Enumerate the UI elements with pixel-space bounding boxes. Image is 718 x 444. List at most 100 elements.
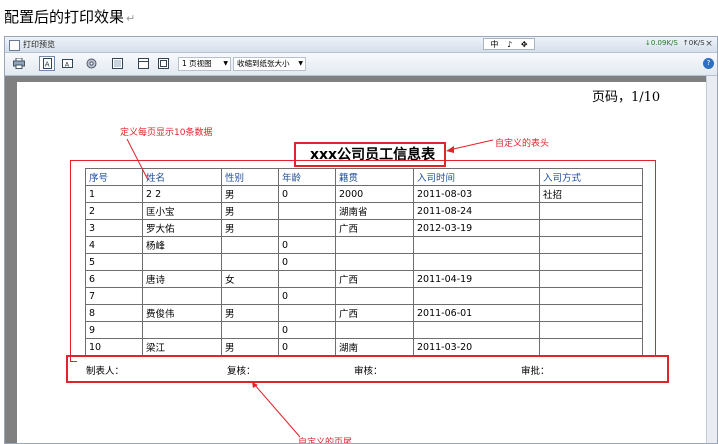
table-cell <box>221 287 279 305</box>
table-cell: 湖南 <box>335 338 414 356</box>
table-cell: 0 <box>278 236 336 254</box>
chevron-down-icon: ▼ <box>298 60 303 67</box>
page-caption: 配置后的打印效果 ↵ <box>4 8 136 26</box>
table-cell: 2011-03-20 <box>413 338 540 356</box>
toggle-header-footer-button[interactable] <box>109 56 125 71</box>
moon-icon[interactable]: ♪ <box>507 40 512 49</box>
table-body: 12 2 男 0 2000 2011-08-03 社招 2 匡小宝男湖南省 2011-08-24… <box>85 185 643 356</box>
custom-footer-annotation: 自定义的页尾 <box>298 438 353 444</box>
move-icon[interactable]: ✥ <box>521 40 528 49</box>
table-cell: 2011-08-03 <box>413 185 540 203</box>
table-cell: 0 <box>278 338 336 356</box>
view-select[interactable]: 1 页视图 ▼ <box>178 57 231 71</box>
portrait-button[interactable]: A <box>39 56 55 71</box>
full-width-button[interactable] <box>135 56 151 71</box>
table-cell: 女 <box>221 270 279 288</box>
table-row: 10 梁江男 0 湖南 2011-03-20 <box>85 338 643 356</box>
zoom-select[interactable]: 收缩到纸张大小 ▼ <box>233 57 306 71</box>
table-cell <box>278 219 336 237</box>
toolbar: A A 1 页视图 ▼ 收缩到纸张大小 ▼ ? <box>5 53 717 76</box>
table-cell: 杨峰 <box>142 236 222 254</box>
table-header-row: 序号 姓名 性别 年龄 籍贯 入司时间 入司方式 <box>85 168 643 186</box>
print-button[interactable] <box>11 56 27 71</box>
table-cell: 费俊伟 <box>142 304 222 322</box>
table-cell: 7 <box>85 287 143 305</box>
help-icon[interactable]: ? <box>703 58 714 69</box>
landscape-icon: A <box>61 59 73 68</box>
footer-auditor: 审核： <box>354 366 383 377</box>
header-footer-icon <box>111 58 123 69</box>
table-cell <box>142 253 222 271</box>
portrait-icon: A <box>42 58 52 69</box>
table-cell: 男 <box>221 219 279 237</box>
preview-area: 页码，1/10 定义每页显示10条数据 自定义的表头 xxx公司员工信息表 序号… <box>5 76 717 443</box>
table-cell <box>539 270 643 288</box>
column-header: 入司方式 <box>539 168 643 186</box>
table-cell <box>142 287 222 305</box>
full-page-button[interactable] <box>155 56 171 71</box>
table-cell: 6 <box>85 270 143 288</box>
table-cell: 3 <box>85 219 143 237</box>
footer-reviewer: 复核： <box>227 366 256 377</box>
table-cell: 梁江 <box>142 338 222 356</box>
table-row: 12 2 男 0 2000 2011-08-03 社招 <box>85 185 643 203</box>
print-page: 页码，1/10 定义每页显示10条数据 自定义的表头 xxx公司员工信息表 序号… <box>17 82 707 444</box>
ime-mode[interactable]: 中 <box>490 39 498 50</box>
table-row: 2 匡小宝男 湖南省 2011-08-24 <box>85 202 643 220</box>
table-cell: 2011-08-24 <box>413 202 540 220</box>
table-cell: 男 <box>221 338 279 356</box>
table-cell <box>335 287 414 305</box>
table-cell: 广西 <box>335 304 414 322</box>
table-cell <box>413 253 540 271</box>
svg-text:A: A <box>44 61 49 69</box>
table-cell <box>539 236 643 254</box>
close-icon[interactable]: × <box>703 38 715 50</box>
column-header: 年龄 <box>278 168 336 186</box>
landscape-button[interactable]: A <box>59 56 75 71</box>
table-cell: 2012-03-19 <box>413 219 540 237</box>
table-cell: 湖南省 <box>335 202 414 220</box>
table-cell: 5 <box>85 253 143 271</box>
table-cell <box>539 338 643 356</box>
table-cell: 0 <box>278 253 336 271</box>
view-select-value: 1 页视图 <box>182 59 212 68</box>
footer-approver: 审批： <box>521 366 550 377</box>
table-cell <box>335 321 414 339</box>
table-cell <box>539 321 643 339</box>
table-cell: 2 2 <box>142 185 222 203</box>
ime-toolbar[interactable]: 中 ♪ ✥ <box>483 38 535 50</box>
table-cell: 罗大佑 <box>142 219 222 237</box>
table-cell <box>335 236 414 254</box>
table-row: 50 <box>85 253 643 271</box>
column-header: 籍贯 <box>335 168 414 186</box>
table-cell: 2011-06-01 <box>413 304 540 322</box>
print-preview-window: 打印预览 中 ♪ ✥ ↓0.09K/S ↑0K/S × A A 1 页视图 ▼ … <box>4 36 718 444</box>
column-header: 姓名 <box>142 168 222 186</box>
net-speed: ↓0.09K/S ↑0K/S <box>645 39 705 51</box>
table-cell: 0 <box>278 287 336 305</box>
table-cell: 广西 <box>335 270 414 288</box>
custom-header-annotation: 自定义的表头 <box>495 139 550 149</box>
svg-text:A: A <box>64 60 69 68</box>
table-row: 70 <box>85 287 643 305</box>
table-cell: 唐诗 <box>142 270 222 288</box>
table-cell <box>539 219 643 237</box>
gear-icon <box>86 58 96 69</box>
column-header: 性别 <box>221 168 279 186</box>
table-cell <box>278 304 336 322</box>
table-row: 90 <box>85 321 643 339</box>
employee-table: 序号 姓名 性别 年龄 籍贯 入司时间 入司方式 12 2 男 0 2000 2011-… <box>85 168 643 356</box>
page-setup-button[interactable] <box>83 56 99 71</box>
table-cell <box>539 304 643 322</box>
vertical-scrollbar[interactable] <box>706 76 717 443</box>
table-cell: 广西 <box>335 219 414 237</box>
upload-speed: ↑0K/S <box>682 39 705 47</box>
table-cell: 社招 <box>539 185 643 203</box>
table-cell: 0 <box>278 185 336 203</box>
window-title: 打印预览 <box>23 40 55 49</box>
column-header: 序号 <box>85 168 143 186</box>
document-icon <box>9 40 20 51</box>
table-cell <box>539 253 643 271</box>
zoom-select-value: 收缩到纸张大小 <box>237 59 290 68</box>
table-cell <box>335 253 414 271</box>
